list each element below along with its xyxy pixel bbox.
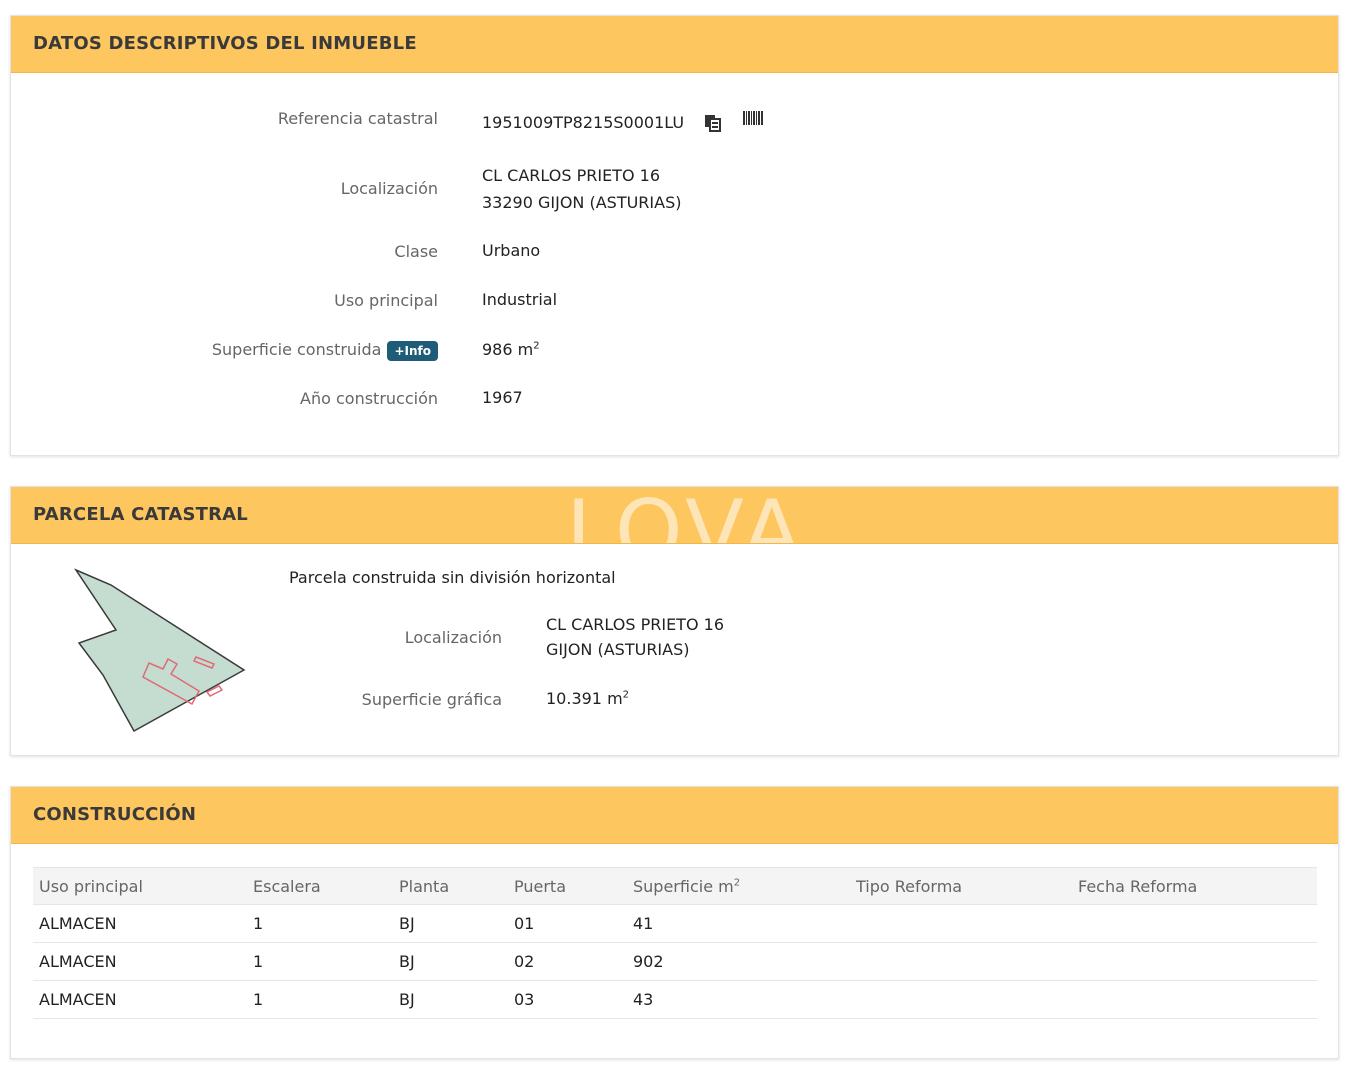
parcela-superficie-sup: 2 xyxy=(622,689,630,701)
cell-planta: BJ xyxy=(393,980,508,1019)
cell-escalera: 1 xyxy=(247,980,393,1019)
cell-escalera: 1 xyxy=(247,904,393,943)
parcela-localizacion-line1: CL CARLOS PRIETO 16 xyxy=(546,615,724,634)
datos-header: DATOS DESCRIPTIVOS DEL INMUEBLE xyxy=(11,16,1338,73)
parcela-header: PARCELA CATASTRAL LOVA xyxy=(11,487,1338,544)
anio-label: Año construcción xyxy=(300,389,438,408)
cell-puerta: 03 xyxy=(508,980,627,1019)
construccion-table: Uso principal Escalera Planta Puerta Sup… xyxy=(33,867,1317,1019)
lova-watermark-logo: LOVA xyxy=(566,487,805,543)
superficie-value: 986 m2 xyxy=(482,337,540,363)
localizacion-label: Localización xyxy=(340,179,438,198)
cell-tipo-reforma xyxy=(850,980,1072,1019)
cell-superficie: 902 xyxy=(627,942,850,981)
col-superficie: Superficie m2 xyxy=(627,867,850,905)
table-row: ALMACEN 1 BJ 02 902 xyxy=(33,942,1317,981)
col-puerta: Puerta xyxy=(508,867,627,905)
parcela-superficie-number: 10.391 m xyxy=(546,689,623,708)
parcela-localizacion-line2: GIJON (ASTURIAS) xyxy=(546,640,690,659)
cell-uso: ALMACEN xyxy=(33,980,247,1019)
parcela-descripcion: Parcela construida sin división horizont… xyxy=(289,568,616,587)
cell-puerta: 02 xyxy=(508,942,627,981)
barcode-icon[interactable] xyxy=(743,111,765,127)
col-superficie-sup: 2 xyxy=(733,877,741,889)
localizacion-line2: 33290 GIJON (ASTURIAS) xyxy=(482,193,682,212)
datos-title: DATOS DESCRIPTIVOS DEL INMUEBLE xyxy=(33,33,417,54)
superficie-label-row: Superficie construida +Info xyxy=(212,340,438,361)
table-row: ALMACEN 1 BJ 01 41 xyxy=(33,904,1317,943)
cell-superficie: 41 xyxy=(627,904,850,943)
uso-label: Uso principal xyxy=(334,291,438,310)
clase-value: Urbano xyxy=(482,241,541,260)
cell-superficie: 43 xyxy=(627,980,850,1019)
construccion-header: CONSTRUCCIÓN xyxy=(11,787,1338,844)
watermark-text: LOVA xyxy=(566,487,805,543)
superficie-number: 986 m xyxy=(482,340,534,359)
superficie-unit-sup: 2 xyxy=(533,340,540,352)
cell-planta: BJ xyxy=(393,942,508,981)
col-fecha-reforma: Fecha Reforma xyxy=(1072,867,1317,905)
uso-value: Industrial xyxy=(482,290,558,309)
cell-fecha-reforma xyxy=(1072,980,1317,1019)
cell-fecha-reforma xyxy=(1072,904,1317,943)
construccion-title: CONSTRUCCIÓN xyxy=(33,804,197,825)
cell-uso: ALMACEN xyxy=(33,942,247,981)
col-superficie-label: Superficie m xyxy=(633,876,734,896)
referencia-label: Referencia catastral xyxy=(277,109,438,128)
table-row: ALMACEN 1 BJ 03 43 xyxy=(33,980,1317,1019)
cell-uso: ALMACEN xyxy=(33,904,247,943)
copy-icon[interactable] xyxy=(703,113,723,133)
col-planta: Planta xyxy=(393,867,508,905)
col-uso-principal: Uso principal xyxy=(33,867,247,905)
cell-puerta: 01 xyxy=(508,904,627,943)
parcel-map[interactable] xyxy=(71,565,261,735)
cell-tipo-reforma xyxy=(850,942,1072,981)
superficie-label: Superficie construida xyxy=(211,340,382,359)
col-tipo-reforma: Tipo Reforma xyxy=(850,867,1072,905)
construccion-panel: CONSTRUCCIÓN Uso principal Escalera Plan… xyxy=(10,786,1339,1059)
parcela-superficie-label: Superficie gráfica xyxy=(361,690,502,709)
cell-planta: BJ xyxy=(393,904,508,943)
col-escalera: Escalera xyxy=(247,867,393,905)
clase-label: Clase xyxy=(394,242,438,261)
cell-tipo-reforma xyxy=(850,904,1072,943)
anio-value: 1967 xyxy=(482,388,523,407)
info-badge[interactable]: +Info xyxy=(387,340,438,361)
cell-fecha-reforma xyxy=(1072,942,1317,981)
cell-escalera: 1 xyxy=(247,942,393,981)
parcela-superficie-value: 10.391 m2 xyxy=(546,686,629,712)
table-header-row: Uso principal Escalera Planta Puerta Sup… xyxy=(33,867,1317,905)
datos-panel: DATOS DESCRIPTIVOS DEL INMUEBLE Referenc… xyxy=(10,15,1339,456)
localizacion-line1: CL CARLOS PRIETO 16 xyxy=(482,166,660,185)
parcela-title: PARCELA CATASTRAL xyxy=(33,504,248,525)
referencia-value[interactable]: 1951009TP8215S0001LU xyxy=(482,110,684,136)
parcela-panel: PARCELA CATASTRAL LOVA Parcela construid… xyxy=(10,486,1339,756)
parcela-localizacion-label: Localización xyxy=(404,628,502,647)
